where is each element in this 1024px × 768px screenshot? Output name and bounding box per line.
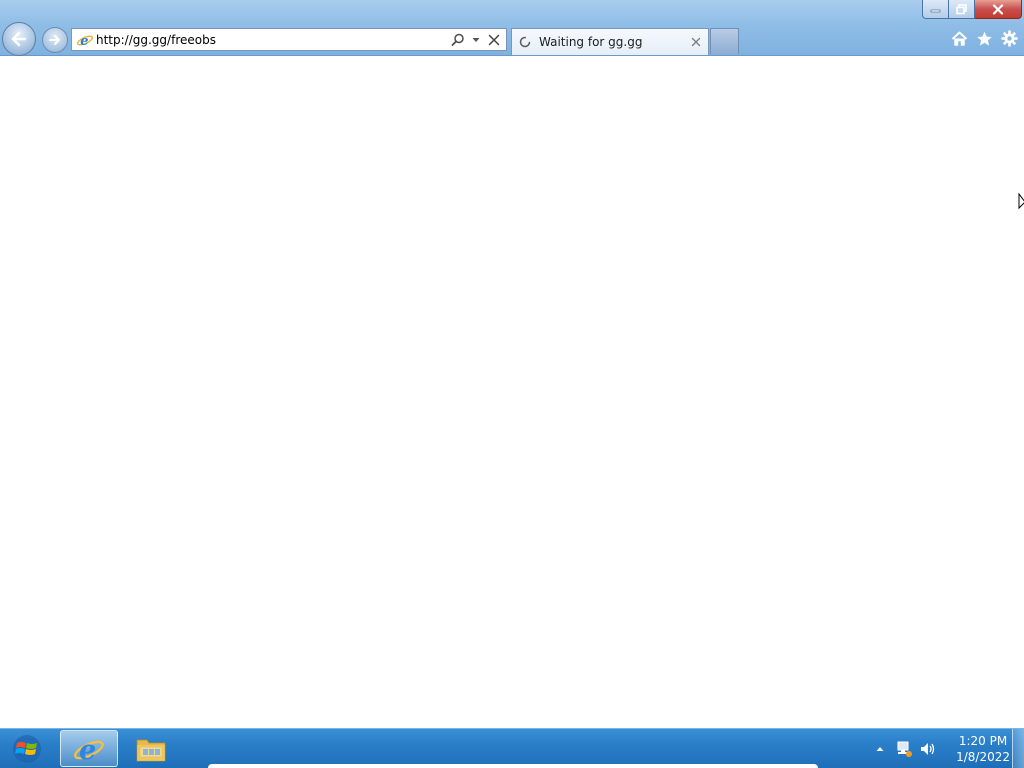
taskbar-app-internet-explorer[interactable]: e [60,730,118,767]
search-icon [451,33,464,46]
minimize-icon [930,9,940,13]
home-icon [951,31,968,46]
forward-arrow-icon [49,35,60,45]
network-status-button[interactable] [894,739,914,759]
back-button[interactable] [2,22,36,56]
system-tray: 1:20 PM 1/8/2022 [870,729,1010,768]
svg-text:e: e [79,735,96,764]
forward-button[interactable] [42,27,68,53]
close-icon [691,37,701,47]
windows-logo-icon [13,734,41,763]
svg-text:e: e [80,34,88,48]
mouse-cursor-icon [1018,192,1024,215]
close-button[interactable] [975,0,1022,19]
clock-time: 1:20 PM [958,733,1008,748]
ie-icon: e [74,735,104,764]
taskbar-app-windows-explorer[interactable] [122,730,180,767]
tab-close-button[interactable] [688,34,704,50]
taskbar: e 1:20 PM 1/8/2022 [0,728,1024,768]
taskbar-clock[interactable]: 1:20 PM 1/8/2022 [956,733,1010,765]
folder-icon [136,739,166,761]
address-dropdown-button[interactable] [468,31,484,49]
window-caption-buttons [922,0,1022,20]
network-icon [897,741,913,757]
search-button[interactable] [450,31,466,49]
chevron-up-icon [876,746,884,751]
volume-button[interactable] [918,739,938,759]
taskbar-thumbnail-preview-edge [208,764,818,768]
command-icons [951,30,1018,47]
tab-active[interactable]: Waiting for gg.gg [511,28,709,55]
stop-button[interactable] [486,31,502,49]
new-tab-button[interactable] [710,28,739,54]
chevron-down-icon [472,37,480,42]
show-hidden-icons-button[interactable] [870,739,890,759]
home-button[interactable] [951,30,968,47]
clock-date: 1/8/2022 [956,749,1010,764]
tab-title: Waiting for gg.gg [539,35,643,49]
stop-x-icon [488,34,500,45]
tools-gear-icon [1001,30,1018,47]
favorites-button[interactable] [976,30,993,47]
show-desktop-button[interactable] [1012,729,1024,768]
restore-button[interactable] [949,0,975,19]
speaker-icon [921,742,935,755]
minimize-button[interactable] [922,0,949,19]
back-arrow-icon [11,31,27,47]
loading-spinner-icon [519,36,531,48]
browser-frame: e http://gg.gg/freeobs Waiting for gg.gg [0,0,1024,56]
address-bar: e [71,28,507,51]
tools-button[interactable] [1001,30,1018,47]
page-content [0,56,1024,728]
address-actions [450,31,506,49]
address-input[interactable] [94,30,450,49]
ie-page-icon: e [76,31,94,49]
favorites-star-icon [977,31,992,46]
restore-icon [955,3,967,14]
start-button[interactable] [0,729,54,768]
browser-window: e http://gg.gg/freeobs Waiting for gg.gg [0,0,1024,728]
close-icon [992,3,1004,15]
